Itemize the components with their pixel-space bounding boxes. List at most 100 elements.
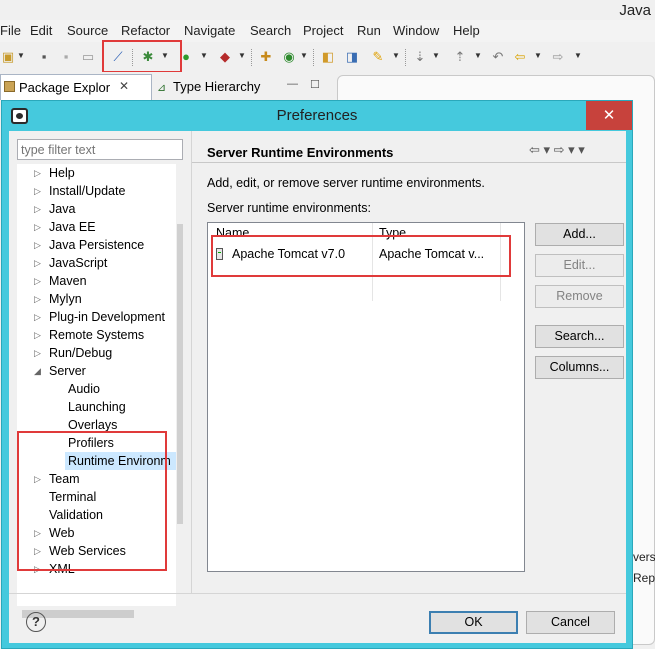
preferences-dialog: Preferences ✕ ▷ Help ▷ Install/Update ▷ … [1,100,633,649]
package-explorer-icon [4,81,15,92]
dialog-titlebar[interactable]: Preferences ✕ [2,101,632,131]
expand-arrow-icon[interactable]: ▷ [34,272,41,290]
expand-arrow-icon[interactable]: ▷ [34,182,41,200]
expand-arrow-icon[interactable]: ▷ [34,218,41,236]
tree-item-install-update[interactable]: ▷ Install/Update [17,182,176,200]
new-class-icon[interactable]: ◉ [281,49,297,65]
maximize-icon[interactable]: ☐ [310,78,320,91]
type-hierarchy-icon: ⊿ [157,82,167,94]
print-icon[interactable]: ▭ [80,49,96,65]
toolbar-highlight-box [102,40,182,73]
tree-item-run-debug[interactable]: ▷ Run/Debug [17,344,176,362]
menu-source[interactable]: Source [67,23,108,38]
menu-window[interactable]: Window [393,23,439,38]
new-class-dropdown-icon[interactable]: ▼ [300,51,308,60]
menu-refactor[interactable]: Refactor [121,23,170,38]
window-titlebar: Java [0,0,655,20]
new-icon[interactable]: ▣ [0,49,16,65]
back-dropdown-icon[interactable]: ▼ [534,51,542,60]
cancel-button[interactable]: Cancel [526,611,615,634]
expand-arrow-icon[interactable]: ▷ [34,254,41,272]
tree-item-server[interactable]: ◢ Server [17,362,176,380]
tree-item-server-audio[interactable]: Audio [17,380,176,398]
columns-button[interactable]: Columns... [535,356,624,379]
save-icon[interactable]: ▪ [36,49,52,65]
forward-icon[interactable]: ⇨ [550,49,566,65]
tree-item-help[interactable]: ▷ Help [17,164,176,182]
save-all-icon[interactable]: ▪ [58,49,74,65]
menu-help[interactable]: Help [453,23,480,38]
tree-item-java[interactable]: ▷ Java [17,200,176,218]
background-peek-text: vers [633,550,655,564]
next-annotation-icon[interactable]: ⇣ [412,49,428,65]
expand-arrow-icon[interactable]: ▷ [34,200,41,218]
search-button[interactable]: Search... [535,325,624,348]
expand-arrow-icon[interactable]: ▷ [34,164,41,182]
edit-button[interactable]: Edit... [535,254,624,277]
tree-item-maven[interactable]: ▷ Maven [17,272,176,290]
background-peek-text: Rep [633,571,655,585]
remove-button[interactable]: Remove [535,285,624,308]
scrollbar-thumb[interactable] [177,224,183,524]
new-dropdown-icon[interactable]: ▼ [17,51,25,60]
open-task-icon[interactable]: ◨ [344,49,360,65]
page-title: Server Runtime Environments [207,145,394,160]
menu-navigate[interactable]: Navigate [184,23,235,38]
pane-splitter[interactable] [191,131,192,593]
table-highlight-box [211,235,511,277]
tab-package-explorer[interactable]: Package Explor ✕ [0,74,152,100]
back-icon[interactable]: ⇦ [512,49,528,65]
dialog-title: Preferences [276,107,358,124]
external-tools-icon[interactable]: ◆ [217,49,233,65]
prev-annotation-dropdown-icon[interactable]: ▼ [474,51,482,60]
tab-type-hierarchy[interactable]: ⊿ Type Hierarchy [155,76,263,98]
toolbar-separator [405,49,406,66]
tree-item-mylyn[interactable]: ▷ Mylyn [17,290,176,308]
close-icon[interactable]: ✕ [119,79,129,93]
dialog-content: ▷ Help ▷ Install/Update ▷ Java ▷ Java EE… [9,131,626,643]
filter-input[interactable] [17,139,183,160]
tree-vertical-scrollbar[interactable] [176,164,184,606]
menu-edit[interactable]: Edit [30,23,52,38]
run-dropdown-icon[interactable]: ▼ [200,51,208,60]
next-annotation-dropdown-icon[interactable]: ▼ [432,51,440,60]
menu-search[interactable]: Search [250,23,291,38]
external-tools-dropdown-icon[interactable]: ▼ [238,51,246,60]
new-java-project-icon[interactable]: ✚ [258,49,274,65]
last-edit-icon[interactable]: ↶ [490,49,506,65]
tree-item-server-launching[interactable]: Launching [17,398,176,416]
search-dropdown-icon[interactable]: ▼ [392,51,400,60]
open-type-icon[interactable]: ◧ [320,49,336,65]
expand-arrow-icon[interactable]: ▷ [34,290,41,308]
ok-button[interactable]: OK [429,611,518,634]
window-title: Java [619,2,651,19]
expand-arrow-icon[interactable]: ▷ [34,236,41,254]
tab-package-explorer-label: Package Explor [19,80,111,95]
prev-annotation-icon[interactable]: ⇡ [452,49,468,65]
dialog-close-button[interactable]: ✕ [586,101,632,130]
tree-item-java-ee[interactable]: ▷ Java EE [17,218,176,236]
page-navigation-arrows[interactable]: ⇦ ▾ ⇨ ▾ ▾ [529,142,585,158]
add-button[interactable]: Add... [535,223,624,246]
tree-item-java-persistence[interactable]: ▷ Java Persistence [17,236,176,254]
toolbar-separator [313,49,314,66]
menu-file[interactable]: File [0,23,21,38]
search-icon[interactable]: ✎ [370,49,386,65]
page-description: Add, edit, or remove server runtime envi… [207,176,485,190]
menu-project[interactable]: Project [303,23,343,38]
help-icon[interactable]: ? [26,612,46,632]
menu-run[interactable]: Run [357,23,381,38]
expand-arrow-icon[interactable]: ▷ [34,344,41,362]
minimize-icon[interactable]: — [287,78,298,90]
tree-item-plugin-development[interactable]: ▷ Plug-in Development [17,308,176,326]
expand-arrow-icon[interactable]: ▷ [34,326,41,344]
tree-highlight-box [17,431,167,571]
forward-dropdown-icon[interactable]: ▼ [574,51,582,60]
divider [192,162,626,163]
expand-arrow-icon[interactable]: ▷ [34,308,41,326]
tree-item-remote-systems[interactable]: ▷ Remote Systems [17,326,176,344]
tree-item-javascript[interactable]: ▷ JavaScript [17,254,176,272]
main-toolbar: ▣ ▼ ▪ ▪ ▭ ⟋ ✱ ▼ ● ▼ ◆ ▼ ✚ ◉ ▼ ◧ ◨ ✎ ▼ ⇣ … [0,42,655,72]
tab-type-hierarchy-label: Type Hierarchy [173,79,261,94]
collapse-arrow-icon[interactable]: ◢ [34,362,41,380]
